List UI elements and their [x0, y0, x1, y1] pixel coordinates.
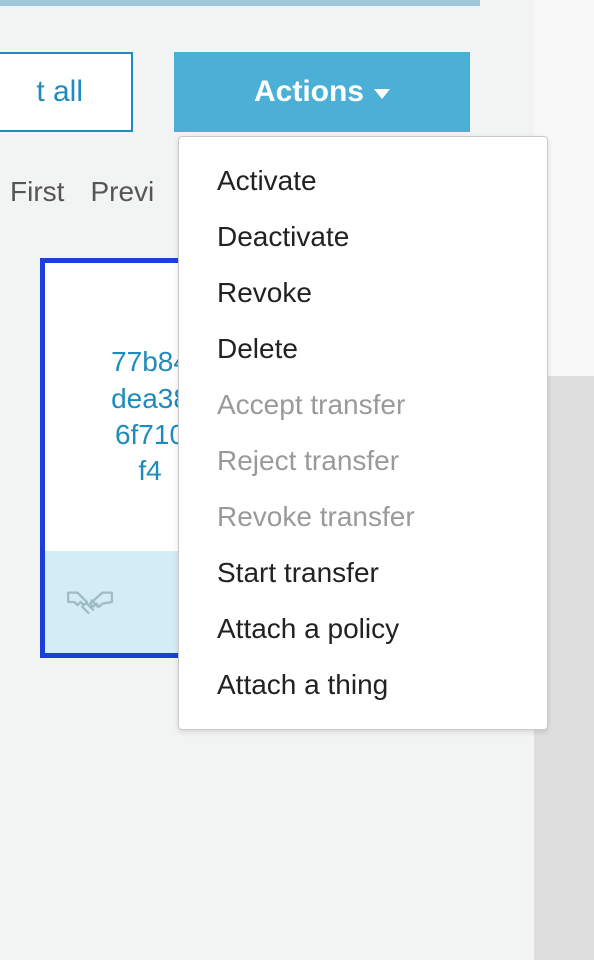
pager-first[interactable]: First [10, 176, 64, 208]
panel-top-divider [0, 0, 480, 6]
dropdown-item-revoke[interactable]: Revoke [179, 265, 547, 321]
dropdown-item-attach-policy[interactable]: Attach a policy [179, 601, 547, 657]
caret-down-icon [374, 89, 390, 99]
dropdown-item-start-transfer[interactable]: Start transfer [179, 545, 547, 601]
actions-button[interactable]: Actions [174, 52, 470, 132]
actions-label: Actions [254, 75, 364, 109]
page: t all Actions First Previ 77b84 dea38 6f… [0, 0, 534, 960]
pager-row: First Previ [10, 176, 154, 208]
actions-dropdown: Activate Deactivate Revoke Delete Accept… [178, 136, 548, 730]
dropdown-item-revoke-transfer: Revoke transfer [179, 489, 547, 545]
dropdown-item-reject-transfer: Reject transfer [179, 433, 547, 489]
select-all-button[interactable]: t all [0, 52, 133, 132]
pager-previous[interactable]: Previ [90, 176, 154, 208]
dropdown-item-deactivate[interactable]: Deactivate [179, 209, 547, 265]
dropdown-item-accept-transfer: Accept transfer [179, 377, 547, 433]
dropdown-item-delete[interactable]: Delete [179, 321, 547, 377]
select-all-label: t all [36, 75, 83, 109]
dropdown-item-attach-thing[interactable]: Attach a thing [179, 657, 547, 713]
handshake-icon [65, 582, 115, 622]
dropdown-item-activate[interactable]: Activate [179, 153, 547, 209]
